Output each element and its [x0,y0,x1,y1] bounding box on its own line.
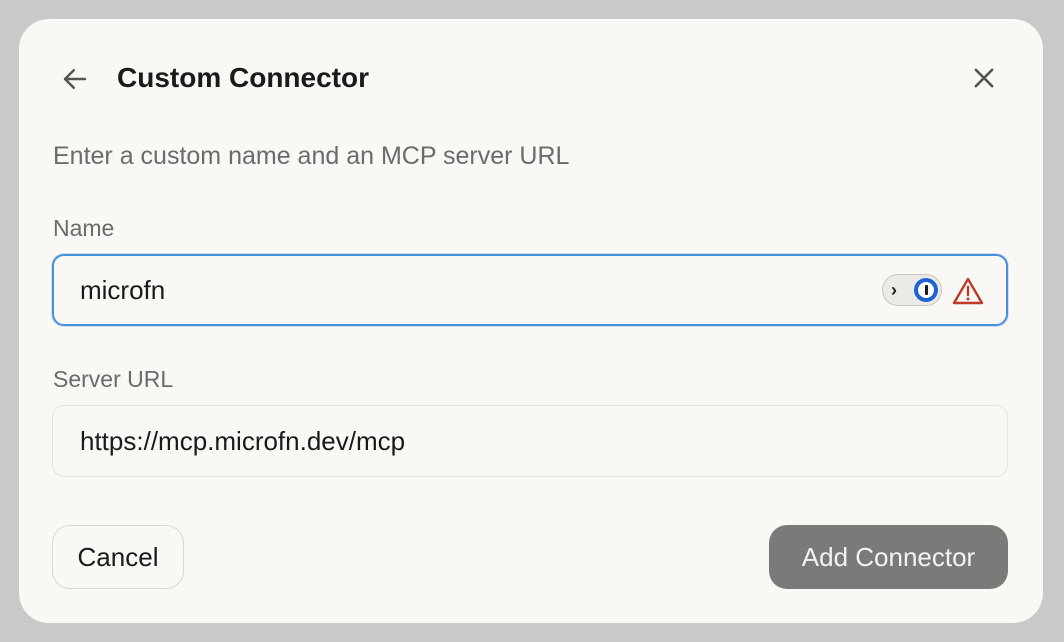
password-manager-knob-icon [914,278,938,302]
close-icon [974,68,994,88]
add-connector-button[interactable]: Add Connector [769,525,1008,589]
server-url-label: Server URL [53,366,174,392]
chevron-right-icon: › [891,280,897,300]
cancel-button[interactable]: Cancel [52,525,184,589]
name-input-value[interactable]: microfn [80,256,165,324]
dialog-subtitle: Enter a custom name and an MCP server UR… [53,142,570,170]
server-url-input[interactable]: https://mcp.microfn.dev/mcp [52,405,1008,477]
dialog-header: Custom Connector [19,19,1043,135]
back-button[interactable] [57,61,93,97]
dialog-title: Custom Connector [117,62,369,93]
warning-triangle-icon[interactable] [952,276,984,306]
password-manager-toggle-icon[interactable]: › [882,274,942,306]
server-url-input-value[interactable]: https://mcp.microfn.dev/mcp [80,406,405,476]
custom-connector-dialog: Custom Connector Enter a custom name and… [19,19,1043,623]
name-label: Name [53,215,115,241]
close-button[interactable] [965,59,1003,97]
arrow-left-icon [63,69,87,89]
name-input[interactable]: microfn › [52,254,1008,326]
